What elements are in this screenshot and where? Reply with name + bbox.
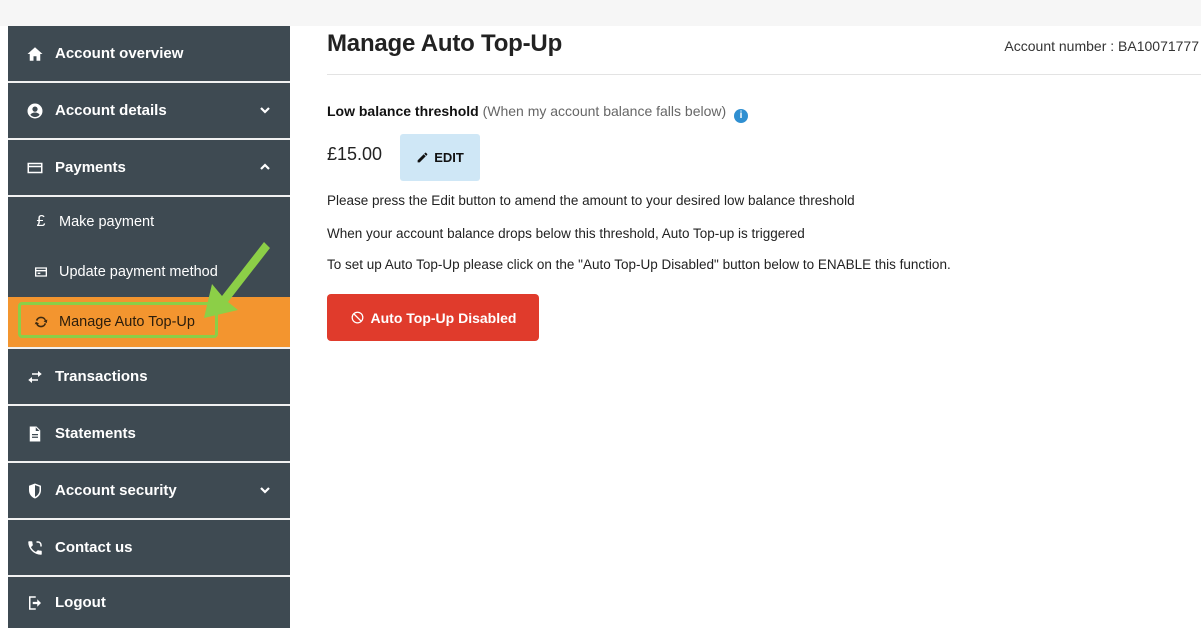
sidebar-item-label: Statements bbox=[55, 425, 136, 442]
sidebar-item-transactions[interactable]: Transactions bbox=[8, 349, 290, 404]
sidebar-item-label: Contact us bbox=[55, 539, 133, 556]
sidebar-item-label: Account overview bbox=[55, 45, 184, 62]
sidebar-item-account-details[interactable]: Account details bbox=[8, 83, 290, 138]
threshold-label-title: Low balance threshold bbox=[327, 103, 479, 119]
threshold-amount: £15.00 bbox=[327, 144, 383, 164]
card-outline-icon bbox=[32, 263, 50, 281]
edit-button-label: EDIT bbox=[434, 150, 464, 165]
pound-icon: £ bbox=[36, 213, 46, 230]
shield-icon bbox=[24, 480, 46, 502]
auto-top-up-disabled-button[interactable]: Auto Top-Up Disabled bbox=[327, 294, 539, 341]
sidebar: Account overview Account details Payment… bbox=[8, 26, 290, 628]
account-number: Account number : BA10071777 bbox=[1004, 38, 1199, 54]
refresh-icon bbox=[32, 313, 50, 331]
document-icon bbox=[24, 423, 46, 445]
sidebar-subitem-label: Update payment method bbox=[59, 264, 218, 280]
auto-top-up-disabled-label: Auto Top-Up Disabled bbox=[370, 309, 517, 326]
sidebar-item-payments[interactable]: Payments bbox=[8, 140, 290, 195]
card-icon bbox=[24, 157, 46, 179]
ban-icon bbox=[351, 311, 363, 324]
threshold-hint: (When my account balance falls below) bbox=[482, 103, 727, 119]
sidebar-item-label: Transactions bbox=[55, 368, 148, 385]
chevron-up-icon bbox=[258, 160, 272, 174]
sidebar-item-account-security[interactable]: Account security bbox=[8, 463, 290, 518]
divider bbox=[327, 74, 1201, 75]
info-icon[interactable]: i bbox=[734, 109, 749, 123]
user-circle-icon bbox=[24, 100, 46, 122]
main-content: Manage Auto Top-Up Account number : BA10… bbox=[327, 26, 1201, 628]
edit-button[interactable]: EDIT bbox=[400, 134, 480, 181]
sidebar-item-statements[interactable]: Statements bbox=[8, 406, 290, 461]
sidebar-item-label: Account details bbox=[55, 102, 167, 119]
home-icon bbox=[24, 43, 46, 65]
logout-icon bbox=[24, 592, 46, 614]
sidebar-subitem-label: Manage Auto Top-Up bbox=[59, 314, 195, 330]
sidebar-item-label: Account security bbox=[55, 482, 177, 499]
instruction-text-3: To set up Auto Top-Up please click on th… bbox=[327, 257, 951, 272]
sidebar-subitem-label: Make payment bbox=[59, 214, 155, 230]
page-title: Manage Auto Top-Up bbox=[327, 30, 563, 57]
chevron-down-icon bbox=[258, 483, 272, 497]
instruction-text-2: When your account balance drops below th… bbox=[327, 226, 805, 241]
arrows-exchange-icon bbox=[24, 366, 46, 388]
instruction-text-1: Please press the Edit button to amend th… bbox=[327, 193, 855, 208]
sidebar-item-logout[interactable]: Logout bbox=[8, 577, 290, 628]
sidebar-item-contact-us[interactable]: Contact us bbox=[8, 520, 290, 575]
sidebar-item-label: Payments bbox=[55, 159, 126, 176]
top-strip bbox=[0, 0, 1201, 26]
pointer-arrow-icon bbox=[204, 242, 270, 318]
pencil-icon bbox=[417, 152, 428, 163]
sidebar-item-label: Logout bbox=[55, 594, 106, 611]
sidebar-item-account-overview[interactable]: Account overview bbox=[8, 26, 290, 81]
threshold-label: Low balance threshold (When my account b… bbox=[327, 103, 749, 123]
phone-icon bbox=[24, 537, 46, 559]
chevron-down-icon bbox=[258, 103, 272, 117]
